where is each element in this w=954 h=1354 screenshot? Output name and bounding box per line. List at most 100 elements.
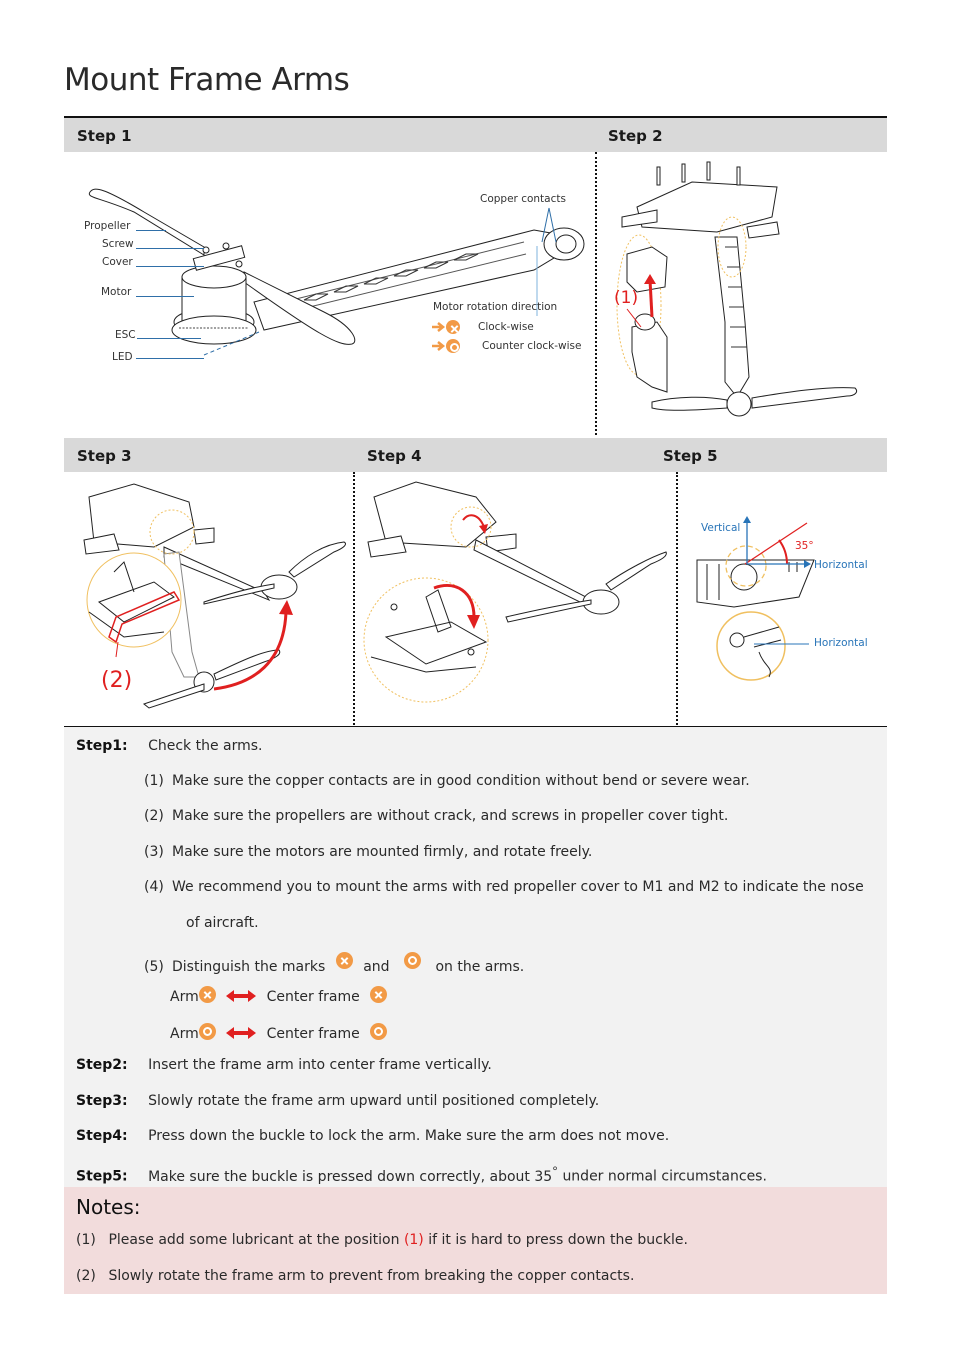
step5-text-end: under normal circumstances.	[562, 1168, 767, 1185]
counter-clockwise-mark-icon	[370, 1023, 388, 1040]
arm-label: Arm	[170, 989, 199, 1005]
leader-propeller	[136, 230, 166, 231]
step5-header: Step 5	[663, 447, 718, 465]
item-text: Make sure the copper contacts are in goo…	[172, 773, 750, 789]
arm-insert-illustration	[616, 161, 858, 417]
item-number: (3)	[144, 844, 164, 860]
step2-text: Insert the frame arm into center frame v…	[148, 1057, 492, 1073]
step1-item-2: (2) Make sure the propellers are without …	[144, 808, 728, 824]
step5-text: Make sure the buckle is pressed down cor…	[148, 1168, 553, 1185]
legend-clockwise: Clock-wise	[432, 318, 534, 336]
item-number: (4)	[144, 879, 164, 895]
step1-item-3: (3) Make sure the motors are mounted firm…	[144, 844, 592, 860]
mark-pair-counter-clockwise: Arm Center frame	[170, 1023, 388, 1042]
step1-instruction: Step1: Check the arms.	[76, 738, 263, 754]
leader-esc	[137, 338, 201, 339]
counter-clockwise-mark-icon	[404, 952, 421, 969]
step1-item-5: (5) Distinguish the marks and on the arms…	[144, 952, 524, 975]
legend-counter-clockwise: Counter clock-wise	[432, 337, 582, 355]
step5-instruction: Step5: Make sure the buckle is pressed d…	[76, 1164, 767, 1185]
note-text: if it is hard to press down the buckle.	[428, 1232, 688, 1248]
step3-header: Step 3	[77, 447, 132, 465]
clockwise-mark-icon	[198, 986, 216, 1003]
separator-step4-step5	[676, 472, 678, 725]
step5-figure: Vertical 35° Horizontal Horizontal	[679, 472, 887, 725]
step1-item-4: (4) We recommend you to mount the arms wi…	[144, 879, 864, 895]
center-frame-label: Center frame	[266, 1026, 360, 1042]
orange-arrow-icon	[432, 341, 446, 351]
label-counter-clockwise: Counter clock-wise	[482, 340, 582, 352]
step3-label: Step3:	[76, 1093, 128, 1109]
step4-header: Step 4	[367, 447, 422, 465]
counter-clockwise-mark-icon	[198, 1023, 216, 1040]
item-text: Make sure the motors are mounted firmly,…	[172, 844, 593, 860]
page-title: Mount Frame Arms	[64, 62, 350, 98]
step4-instruction: Step4: Press down the buckle to lock the…	[76, 1128, 669, 1144]
item-number: (1)	[144, 773, 164, 789]
step5-label: Step5:	[76, 1168, 128, 1185]
step2-figure: (1)	[597, 152, 887, 435]
step1-label: Step1:	[76, 738, 128, 754]
note-1: (1) Please add some lubricant at the pos…	[76, 1232, 688, 1248]
leader-led	[136, 358, 204, 359]
step1-item-1: (1) Make sure the copper contacts are in …	[144, 773, 750, 789]
callout-1: (1)	[614, 288, 639, 308]
step2-instruction: Step2: Insert the frame arm into center …	[76, 1057, 492, 1073]
step-row2-header: Step 3 Step 4 Step 5	[64, 438, 887, 472]
item-text: Make sure the propellers are without cra…	[172, 808, 729, 824]
label-screw: Screw	[102, 238, 134, 250]
double-arrow-icon	[226, 1027, 257, 1039]
callout-2: (2)	[101, 668, 133, 693]
label-clockwise: Clock-wise	[478, 321, 534, 333]
mark-pair-clockwise: Arm Center frame	[170, 986, 388, 1005]
label-propeller: Propeller	[84, 220, 131, 232]
center-frame-label: Center frame	[266, 989, 360, 1005]
label-angle-35: 35°	[795, 540, 814, 552]
item-number: (5)	[144, 959, 164, 975]
step1-text: Check the arms.	[148, 738, 263, 754]
clockwise-mark-icon	[370, 986, 388, 1003]
label-esc: ESC	[115, 329, 136, 341]
leader-screw	[136, 248, 204, 249]
label-copper-contacts: Copper contacts	[480, 193, 566, 205]
step4-text: Press down the buckle to lock the arm. M…	[148, 1128, 670, 1144]
separator-step3-step4	[353, 472, 355, 725]
leader-motor	[136, 296, 194, 297]
label-horizontal-bottom: Horizontal	[814, 637, 868, 649]
notes-section: Notes: (1) Please add some lubricant at …	[64, 1187, 887, 1294]
instructions-section: Step1: Check the arms. (1) Make sure the …	[64, 726, 887, 1187]
note-2: (2) Slowly rotate the frame arm to preve…	[76, 1268, 634, 1284]
step1-item-4-continued: of aircraft.	[186, 915, 259, 931]
step1-figure: Propeller Screw Cover Motor ESC LED Copp…	[64, 152, 596, 435]
item-number: (2)	[144, 808, 164, 824]
label-cover: Cover	[102, 256, 133, 268]
orange-arrow-icon	[432, 322, 446, 332]
note-text: Slowly rotate the frame arm to prevent f…	[108, 1268, 635, 1284]
arm-label: Arm	[170, 1026, 199, 1042]
note-position-highlight: (1)	[403, 1232, 424, 1248]
buckle-lock-illustration	[363, 481, 667, 703]
counter-clockwise-mark-icon	[446, 339, 460, 353]
leader-cover	[136, 266, 204, 267]
step4-figure	[356, 472, 676, 725]
step3-instruction: Step3: Slowly rotate the frame arm upwar…	[76, 1093, 599, 1109]
label-vertical: Vertical	[701, 522, 741, 534]
step4-label: Step4:	[76, 1128, 128, 1144]
degree-symbol: °	[552, 1164, 558, 1178]
note-number: (1)	[76, 1232, 96, 1248]
double-arrow-icon	[226, 990, 257, 1002]
step3-figure: (2)	[64, 472, 354, 725]
clockwise-mark-icon	[335, 952, 353, 969]
label-horizontal-top: Horizontal	[814, 559, 868, 571]
step2-header: Step 2	[608, 127, 663, 145]
step1-header: Step 1	[77, 127, 132, 145]
label-led: LED	[112, 351, 133, 363]
clockwise-mark-icon	[446, 320, 460, 334]
item-text: We recommend you to mount the arms with …	[172, 879, 864, 895]
buckle-angle-illustration	[696, 516, 815, 681]
note-text: Please add some lubricant at the positio…	[108, 1232, 400, 1248]
note-number: (2)	[76, 1268, 96, 1284]
item-text: and	[363, 959, 390, 975]
item-text: of aircraft.	[186, 915, 259, 931]
step2-label: Step2:	[76, 1057, 128, 1073]
